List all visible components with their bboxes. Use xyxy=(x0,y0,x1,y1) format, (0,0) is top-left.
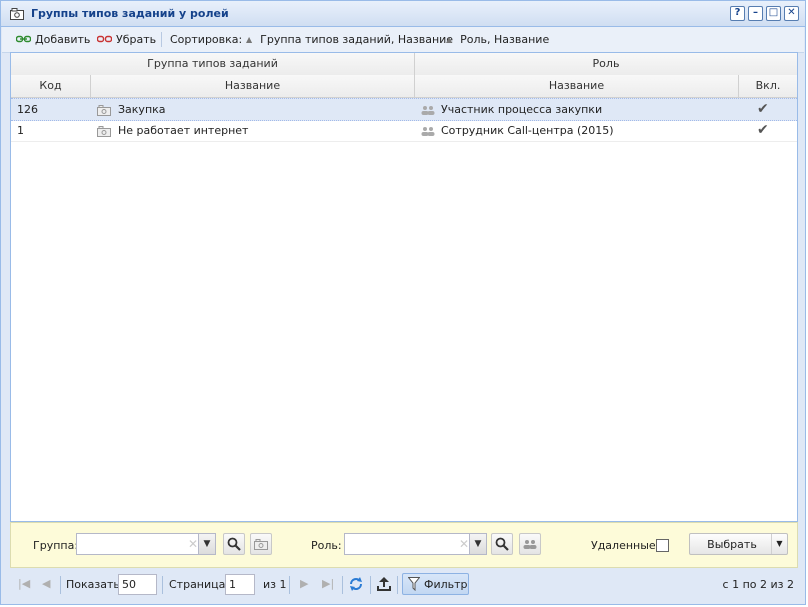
group-folder-icon xyxy=(97,120,111,141)
filter-bar: Группа: ✕ ▼ Роль: ✕ ▼ Удаленные: Выбрать… xyxy=(10,522,798,568)
row-role-name: Сотрудник Call-центра (2015) xyxy=(441,124,614,137)
folder-camera-icon xyxy=(10,8,24,23)
page-number-input[interactable]: 1 xyxy=(225,574,255,595)
page-total-label: из 1 xyxy=(263,578,287,591)
sort-asc-icon: ▲ xyxy=(246,35,253,44)
column-included[interactable]: Вкл. xyxy=(739,75,797,97)
filter-label: Фильтр xyxy=(424,578,468,591)
chevron-down-icon[interactable]: ▼ xyxy=(198,534,215,554)
row-group-name: Закупка xyxy=(118,103,166,116)
window: Группы типов заданий у ролей ? – □ ✕ Доб… xyxy=(0,0,806,605)
group-search-button[interactable] xyxy=(223,533,245,555)
export-icon[interactable] xyxy=(376,576,392,595)
page-label: Страница xyxy=(169,578,226,591)
deleted-label: Удаленные: xyxy=(591,539,660,552)
sort-asc-icon: ▲ xyxy=(446,35,453,44)
folder-camera-icon xyxy=(254,537,268,550)
pager-separator xyxy=(370,576,371,594)
filter-toggle-button[interactable]: Фильтр xyxy=(402,573,469,595)
role-users-icon xyxy=(421,120,435,141)
group-filter-combo[interactable]: ✕ ▼ xyxy=(76,533,216,555)
select-button-label: Выбрать xyxy=(707,538,757,551)
pager-separator xyxy=(397,576,398,594)
toolbar-separator xyxy=(161,32,162,47)
group-folder-icon xyxy=(97,99,111,120)
add-label: Добавить xyxy=(35,33,91,46)
clear-icon[interactable]: ✕ xyxy=(459,537,469,551)
role-browse-button[interactable] xyxy=(519,533,541,555)
remove-button[interactable]: Убрать xyxy=(96,33,157,46)
page-size-label: Показать xyxy=(66,578,120,591)
data-grid: Группа типов заданий Роль Код Название Н… xyxy=(10,52,798,522)
group-header[interactable]: Группа типов заданий xyxy=(11,53,415,75)
prev-page-icon[interactable]: ◀ xyxy=(42,577,50,590)
minimize-button[interactable]: – xyxy=(748,6,763,21)
sort-label: Сортировка: xyxy=(170,33,243,46)
chevron-down-icon[interactable]: ▼ xyxy=(771,534,787,554)
help-button[interactable]: ? xyxy=(730,6,745,21)
grid-header-columns: Код Название Название Вкл. xyxy=(11,75,797,98)
search-icon xyxy=(227,537,241,551)
row-code: 126 xyxy=(17,103,38,116)
sort-group-button[interactable]: ▲ Группа типов заданий, Название xyxy=(246,33,453,46)
sort-role-button[interactable]: ▲ Роль, Название xyxy=(446,33,549,46)
role-filter-label: Роль: xyxy=(311,539,342,552)
clear-icon[interactable]: ✕ xyxy=(188,537,198,551)
sort-role-label: Роль, Название xyxy=(460,33,550,46)
remove-label: Убрать xyxy=(116,33,157,46)
pager-summary: с 1 по 2 из 2 xyxy=(722,578,794,591)
first-page-icon[interactable]: |◀ xyxy=(18,577,30,590)
role-users-icon xyxy=(421,99,435,120)
role-filter-combo[interactable]: ✕ ▼ xyxy=(344,533,487,555)
add-button[interactable]: Добавить xyxy=(15,33,91,46)
row-group-name: Не работает интернет xyxy=(118,124,249,137)
grid-header-groups: Группа типов заданий Роль xyxy=(11,53,797,76)
column-group-name[interactable]: Название xyxy=(91,75,415,97)
refresh-icon[interactable] xyxy=(348,576,364,595)
next-page-icon[interactable]: ▶ xyxy=(300,577,308,590)
table-row[interactable]: 126 Закупка Участник процесса закупки ✔ xyxy=(11,98,797,121)
last-page-icon[interactable]: ▶| xyxy=(322,577,334,590)
row-role-name: Участник процесса закупки xyxy=(441,103,603,116)
search-icon xyxy=(495,537,509,551)
toolbar: Добавить Убрать Сортировка: ▲ Группа тип… xyxy=(2,27,804,53)
funnel-icon xyxy=(407,577,421,594)
link-remove-icon xyxy=(96,33,113,46)
title-bar: Группы типов заданий у ролей ? – □ ✕ xyxy=(1,1,805,27)
column-role-name[interactable]: Название xyxy=(415,75,739,97)
sort-group-label: Группа типов заданий, Название xyxy=(260,33,454,46)
table-row[interactable]: 1 Не работает интернет Сотрудник Call-це… xyxy=(11,120,797,142)
row-code: 1 xyxy=(17,124,24,137)
pager-separator xyxy=(60,576,61,594)
deleted-checkbox[interactable] xyxy=(656,539,669,552)
select-button[interactable]: Выбрать ▼ xyxy=(689,533,788,555)
checkmark-icon: ✔ xyxy=(757,101,769,117)
window-title: Группы типов заданий у ролей xyxy=(31,7,229,20)
close-button[interactable]: ✕ xyxy=(784,6,799,21)
pagination-bar: |◀ ◀ Показать 50 Страница 1 из 1 ▶ ▶| Фи… xyxy=(2,570,804,600)
users-icon xyxy=(523,537,537,550)
pager-separator xyxy=(342,576,343,594)
pager-separator xyxy=(162,576,163,594)
page-size-input[interactable]: 50 xyxy=(118,574,157,595)
role-search-button[interactable] xyxy=(491,533,513,555)
pager-separator xyxy=(289,576,290,594)
maximize-button[interactable]: □ xyxy=(766,6,781,21)
column-code[interactable]: Код xyxy=(11,75,91,97)
link-add-icon xyxy=(15,33,32,46)
group-browse-button[interactable] xyxy=(250,533,272,555)
group-filter-label: Группа: xyxy=(33,539,79,552)
role-header[interactable]: Роль xyxy=(415,53,797,75)
checkmark-icon: ✔ xyxy=(757,122,769,138)
chevron-down-icon[interactable]: ▼ xyxy=(469,534,486,554)
